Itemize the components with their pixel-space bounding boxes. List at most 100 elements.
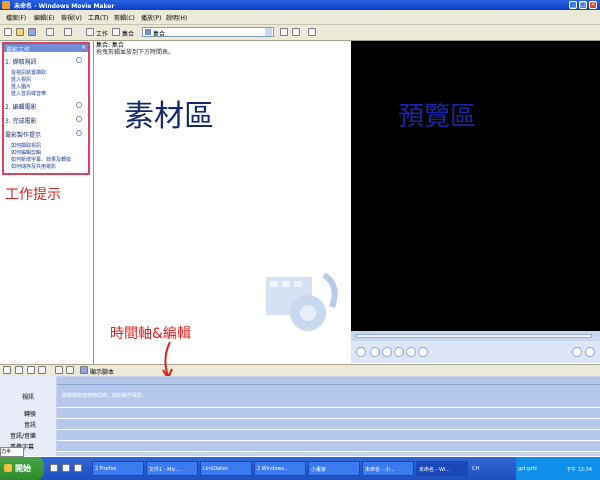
tray-app-label[interactable]: gzf.gzfz	[518, 466, 537, 472]
menu-edit[interactable]: 編輯(E)	[34, 13, 54, 22]
quicklaunch-desktop-icon[interactable]	[62, 464, 70, 472]
track-audio-music[interactable]	[57, 430, 600, 441]
next-frame-button[interactable]	[394, 347, 404, 357]
row-label-video: 視訊	[22, 394, 35, 401]
menu-clip[interactable]: 剪輯(C)	[114, 13, 135, 22]
forward-button[interactable]	[418, 347, 428, 357]
stop-button[interactable]	[370, 347, 380, 357]
show-storyboard-icon[interactable]	[80, 366, 88, 374]
chevron-down-icon[interactable]	[76, 102, 82, 108]
timeline-toolbar: 顯示腳本	[0, 364, 600, 376]
zoom-in-icon[interactable]	[27, 366, 35, 374]
taskbar-item-paint[interactable]: 小畫家	[308, 461, 360, 476]
taskbar-item-linkdaten[interactable]: LinkDaten	[200, 461, 252, 476]
collections-button[interactable]: 集合	[122, 29, 134, 38]
menu-view[interactable]: 檢視(V)	[61, 13, 82, 22]
new-icon[interactable]	[4, 28, 12, 36]
collection-select-value: 集合	[153, 31, 166, 38]
snapshot-button[interactable]	[585, 347, 595, 357]
toolbar: 工作 集合 集合	[0, 25, 600, 41]
track-audio[interactable]	[57, 419, 600, 430]
section-finish[interactable]: 3. 完成電影	[5, 116, 37, 125]
link-import-video[interactable]: 匯入視訊	[11, 76, 31, 83]
save-icon[interactable]	[28, 28, 36, 36]
timeline-hint: 將媒體拖曳到時間表，開始製作電影。	[62, 393, 148, 399]
chevron-up-icon[interactable]	[76, 57, 82, 63]
time-ruler[interactable]	[57, 377, 600, 385]
split-clip-button[interactable]	[572, 347, 582, 357]
film-watermark-icon	[266, 272, 338, 331]
chevron-down-icon	[265, 28, 272, 36]
maximize-button[interactable]: □	[579, 1, 587, 9]
up-folder-icon[interactable]	[280, 28, 288, 36]
title-bar: 未命名 - Windows Movie Maker _ □ ×	[0, 0, 600, 10]
link-capture-device[interactable]: 從視訊裝置擷取	[11, 69, 46, 76]
row-label-audio: 音訊	[24, 422, 37, 429]
taskbar-item-word[interactable]: 文件1 - Mic...	[146, 461, 198, 476]
previous-frame-button[interactable]	[382, 347, 392, 357]
play-button[interactable]	[356, 347, 366, 357]
tasks-button[interactable]: 工作	[96, 29, 108, 38]
timeline-annotation: 時間軸&編輯	[110, 326, 191, 342]
rewind-button[interactable]	[406, 347, 416, 357]
section-edit[interactable]: 2. 編輯電影	[5, 102, 37, 111]
link-how-titles[interactable]: 如何新增字幕、效果及轉換	[11, 156, 71, 163]
window-title: 未命名 - Windows Movie Maker	[14, 3, 115, 10]
play-timeline-icon[interactable]	[66, 366, 74, 374]
close-icon[interactable]: ×	[81, 44, 86, 51]
section-capture[interactable]: 1. 擷取視訊	[5, 57, 37, 66]
link-how-edit[interactable]: 如何編輯剪輯	[11, 149, 41, 156]
collections-icon[interactable]	[112, 28, 120, 36]
views-icon[interactable]	[308, 28, 316, 36]
task-pane-header: 電影工作 ×	[4, 44, 88, 54]
folder-icon	[145, 29, 151, 35]
link-import-pictures[interactable]: 匯入圖片	[11, 83, 31, 90]
taskbar-item-windows[interactable]: 2 Windows...	[254, 461, 306, 476]
seek-track[interactable]	[356, 334, 592, 338]
row-label-transition: 轉換	[24, 411, 37, 418]
app-icon	[2, 1, 10, 9]
language-bar[interactable]: 力半	[0, 447, 24, 457]
zoom-out-icon[interactable]	[38, 366, 46, 374]
close-button[interactable]: ×	[589, 1, 597, 9]
storyboard-icon[interactable]	[3, 366, 11, 374]
task-hint-annotation: 工作提示	[5, 187, 61, 203]
menu-tools[interactable]: 工具(T)	[88, 13, 108, 22]
input-indicator[interactable]: CH	[472, 466, 479, 472]
link-how-save[interactable]: 如何儲存及共用電影	[11, 163, 56, 170]
start-label: 開始	[15, 464, 31, 473]
redo-icon[interactable]	[64, 28, 72, 36]
open-icon[interactable]	[16, 28, 24, 36]
menu-help[interactable]: 說明(H)	[166, 13, 187, 22]
link-import-audio[interactable]: 匯入音訊或音樂	[11, 90, 46, 97]
clock: 下午 12:34	[566, 467, 592, 473]
minimize-button[interactable]: _	[569, 1, 577, 9]
collection-select[interactable]: 集合	[142, 27, 274, 38]
preview-annotation: 預覽區	[398, 102, 477, 132]
quicklaunch-ie-icon[interactable]	[50, 464, 58, 472]
chevron-down-icon[interactable]	[76, 116, 82, 122]
preview-monitor	[351, 41, 600, 331]
narrate-icon[interactable]	[15, 366, 23, 374]
section-tips[interactable]: 電影製作提示	[5, 130, 41, 139]
system-tray: gzf.gzfz 下午 12:34	[516, 457, 600, 480]
rewind-timeline-icon[interactable]	[55, 366, 63, 374]
chevron-up-icon[interactable]	[76, 130, 82, 136]
taskbar-item-firefox[interactable]: 2 Firefox	[92, 461, 144, 476]
start-button[interactable]: 開始	[0, 457, 44, 480]
track-title-overlay[interactable]	[57, 441, 600, 452]
show-storyboard-button[interactable]: 顯示腳本	[90, 367, 114, 376]
menu-play[interactable]: 播放(P)	[141, 13, 161, 22]
link-how-capture[interactable]: 如何擷取視訊	[11, 142, 41, 149]
taskbar-item-movie-maker[interactable]: 未命名 - Wi...	[416, 461, 468, 476]
menu-file[interactable]: 檔案(F)	[6, 13, 26, 22]
new-collection-icon[interactable]	[292, 28, 300, 36]
undo-icon[interactable]	[46, 28, 54, 36]
task-pane-title: 電影工作	[6, 47, 31, 54]
collection-hint: 拖曳剪輯並放到下方時間表。	[96, 49, 175, 56]
taskbar-item-untitled-paint[interactable]: 未命名 - 小...	[362, 461, 414, 476]
tasks-icon[interactable]	[86, 28, 94, 36]
quicklaunch-media-icon[interactable]	[74, 464, 82, 472]
track-transition[interactable]	[57, 408, 600, 419]
collection-annotation: 素材區	[124, 99, 214, 134]
